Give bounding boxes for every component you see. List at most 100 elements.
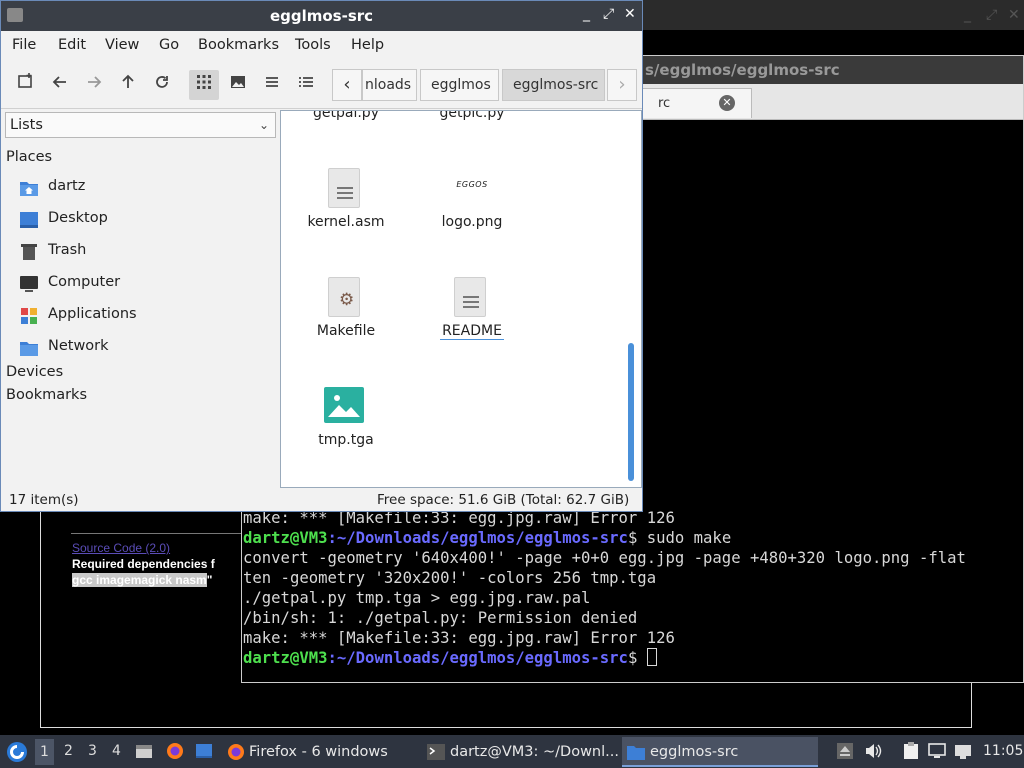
sidebar-item-applications[interactable]: Applications [19, 304, 269, 328]
dependencies-selection[interactable]: gcc imagemagick nasm [72, 573, 207, 587]
browser-minimize-button[interactable]: _ [964, 7, 971, 23]
vertical-scrollbar[interactable] [628, 343, 634, 481]
file-label: logo.png [441, 214, 503, 230]
reload-icon[interactable] [147, 70, 177, 100]
file-manager-titlebar[interactable]: egglmos-src _ ⤢ ✕ [1, 1, 642, 31]
task-firefox[interactable]: Firefox - 6 windows [222, 737, 418, 767]
bookmarks-heading[interactable]: Bookmarks [6, 387, 87, 403]
source-code-link[interactable]: Source Code (2.0) [72, 541, 170, 555]
close-button[interactable]: ✕ [624, 6, 636, 22]
sidebar-item-label: Applications [48, 306, 137, 322]
computer-icon [20, 276, 38, 292]
breadcrumb-right-arrow[interactable]: › [607, 69, 637, 101]
detailed-view-icon[interactable] [291, 70, 321, 100]
sidebar-item-network[interactable]: Network [19, 336, 269, 360]
menu-go[interactable]: Go [159, 37, 179, 53]
menu-file[interactable]: File [12, 37, 36, 53]
sidebar-item-dartz[interactable]: dartz [19, 176, 269, 200]
compact-view-icon[interactable] [257, 70, 287, 100]
workspace-4[interactable]: 4 [112, 743, 121, 759]
sidebar-item-computer[interactable]: Computer [19, 272, 269, 296]
file-item-tmp-tga[interactable]: tmp.tga [281, 387, 411, 448]
menu-bar: File Edit View Go Bookmarks Tools Help [1, 31, 642, 61]
clock[interactable]: 11:05 [983, 743, 1023, 759]
menu-bookmarks[interactable]: Bookmarks [198, 37, 279, 53]
file-item-logo-png[interactable]: EGGOS logo.png [407, 168, 537, 230]
new-tab-icon[interactable] [11, 70, 41, 100]
breadcrumb-left-arrow[interactable]: ‹ [332, 69, 362, 101]
desktop-launcher-icon[interactable] [195, 742, 213, 760]
close-tab-icon[interactable]: ✕ [719, 95, 735, 111]
file-manager-launcher-icon[interactable] [135, 742, 153, 760]
makefile-icon: ⚙ [328, 277, 360, 317]
prompt-path: :~/Downloads/egglmos/egglmos-src [327, 529, 628, 547]
line-text: ten -geometry '320x200!' -colors 256 tmp… [243, 569, 657, 587]
breadcrumb-item-downloads[interactable]: nloads [362, 69, 417, 101]
task-label: egglmos-src [650, 744, 739, 760]
desktop-icon [20, 212, 38, 228]
menu-view[interactable]: View [105, 37, 139, 53]
devices-heading[interactable]: Devices [6, 364, 63, 380]
status-bar: 17 item(s) Free space: 51.6 GiB (Total: … [1, 489, 642, 511]
terminal-line: ten -geometry '320x200!' -colors 256 tmp… [243, 568, 1023, 588]
toolbar: ‹ nloads egglmos egglmos-src › [1, 61, 642, 109]
item-count: 17 item(s) [9, 492, 79, 508]
file-item-getpic[interactable]: getpic.py [407, 111, 537, 121]
terminal-line: dartz@VM3:~/Downloads/egglmos/egglmos-sr… [243, 528, 1023, 548]
eject-icon[interactable] [836, 742, 854, 760]
display-icon[interactable] [928, 742, 946, 760]
menu-edit[interactable]: Edit [58, 37, 86, 53]
terminal-icon [427, 744, 445, 760]
file-item-getpal[interactable]: getpal.py [281, 111, 411, 121]
window-title: egglmos-src [269, 7, 374, 25]
thumbnail-view-icon[interactable] [223, 70, 253, 100]
network-status-icon[interactable] [954, 742, 972, 760]
workspace-3[interactable]: 3 [88, 743, 97, 759]
forward-icon[interactable] [79, 70, 109, 100]
terminal-line: /bin/sh: 1: ./getpal.py: Permission deni… [243, 608, 1023, 628]
task-label: dartz@VM3: ~/Downl... [450, 744, 618, 760]
clipboard-icon[interactable] [902, 742, 920, 760]
sidebar-item-desktop[interactable]: Desktop [19, 208, 269, 232]
up-icon[interactable] [113, 70, 143, 100]
workspace-1[interactable]: 1 [35, 739, 54, 765]
firefox-launcher-icon[interactable] [166, 742, 184, 760]
sidebar-item-label: Computer [48, 274, 121, 290]
sidebar-item-label: Desktop [48, 210, 108, 226]
menu-tools[interactable]: Tools [295, 37, 331, 53]
sidebar-mode-value: Lists [10, 117, 43, 133]
minimize-button[interactable]: _ [583, 6, 590, 22]
file-view[interactable]: getpal.py getpic.py kernel.asm EGGOS log… [280, 110, 642, 488]
file-label: README [440, 323, 504, 340]
icon-view-icon[interactable] [189, 70, 219, 100]
prompt-user: dartz@VM3 [243, 649, 328, 667]
volume-icon[interactable] [864, 742, 882, 760]
sidebar-item-trash[interactable]: Trash [19, 240, 269, 264]
applications-icon [21, 308, 37, 324]
sidebar-mode-select[interactable]: Lists ⌄ [5, 112, 276, 138]
menu-help[interactable]: Help [351, 37, 384, 53]
breadcrumb-item-egglmos-src[interactable]: egglmos-src [502, 69, 605, 101]
line-text: /bin/sh: 1: ./getpal.py: Permission deni… [243, 609, 638, 627]
task-file-manager[interactable]: egglmos-src [622, 737, 818, 767]
breadcrumb-item-egglmos[interactable]: egglmos [420, 69, 499, 101]
terminal-line: ./getpal.py tmp.tga > egg.jpg.raw.pal [243, 588, 1023, 608]
sidebar-item-label: dartz [48, 178, 86, 194]
quote-mark: " [206, 573, 213, 587]
start-menu-icon[interactable] [6, 741, 28, 763]
task-terminal[interactable]: dartz@VM3: ~/Downl... [422, 737, 618, 767]
chevron-down-icon: ⌄ [258, 118, 269, 132]
file-item-readme[interactable]: README [407, 277, 537, 340]
line-text: convert -geometry '640x400!' -page +0+0 … [243, 549, 966, 567]
gear-icon: ⚙ [339, 290, 355, 310]
home-folder-icon [20, 182, 38, 196]
browser-close-button[interactable]: ✕ [1008, 7, 1020, 23]
file-label: kernel.asm [307, 214, 385, 230]
file-item-kernel-asm[interactable]: kernel.asm [281, 168, 411, 230]
workspace-2[interactable]: 2 [64, 743, 73, 759]
maximize-button[interactable]: ⤢ [603, 6, 614, 22]
back-icon[interactable] [45, 70, 75, 100]
terminal-line: make: *** [Makefile:33: egg.jpg.raw] Err… [243, 628, 1023, 648]
file-item-makefile[interactable]: ⚙ Makefile [281, 277, 411, 339]
browser-maximize-button[interactable]: ⤢ [986, 7, 997, 23]
